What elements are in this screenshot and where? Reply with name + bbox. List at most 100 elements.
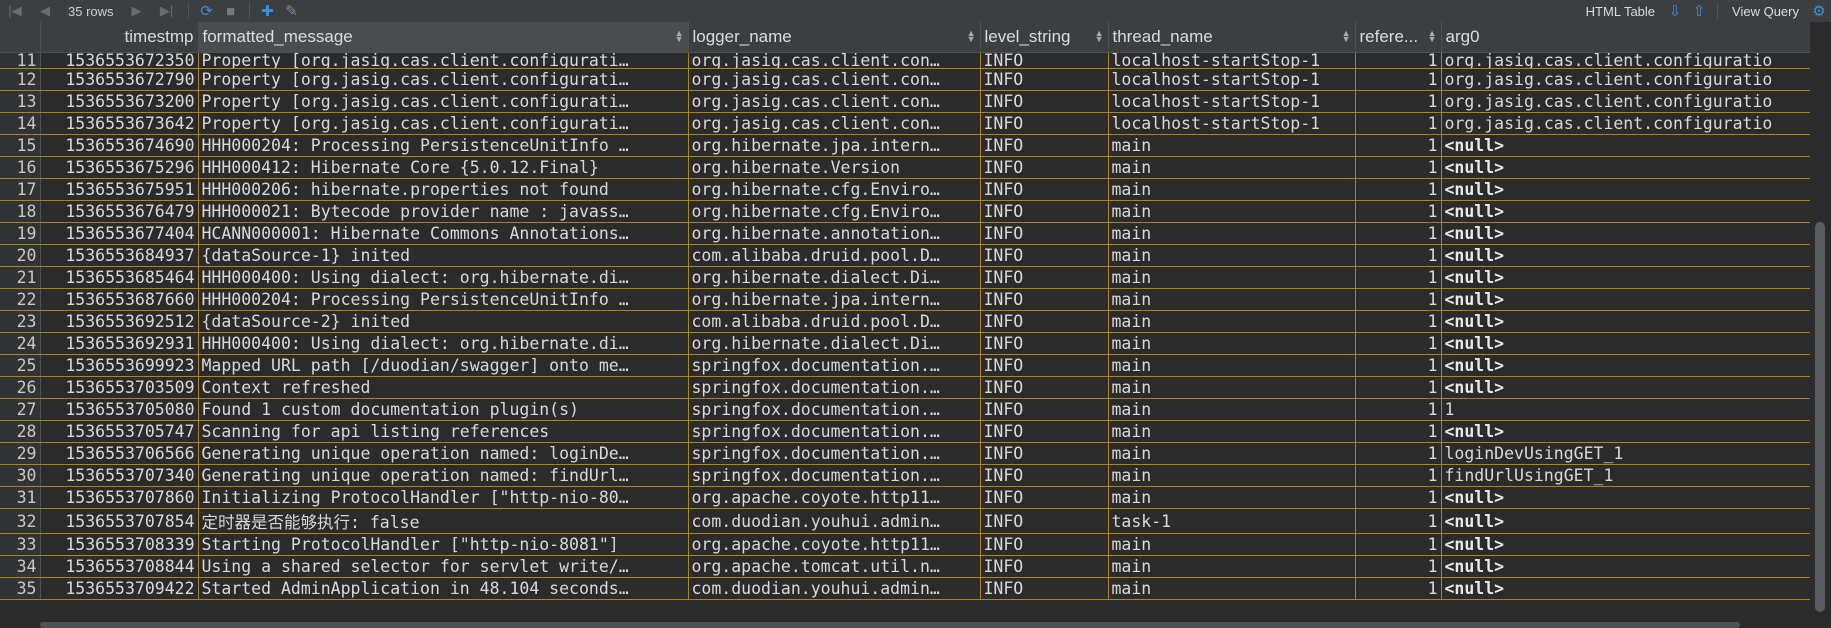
sort-icon[interactable]: ▲ ▼ — [1342, 29, 1351, 44]
cell-logger-name[interactable]: springfox.documentation.… — [688, 464, 981, 487]
cell-level-string[interactable]: INFO — [980, 90, 1109, 113]
table-row[interactable]: 30 1536553707340 Generating unique operati… — [0, 464, 1810, 487]
column-header-formatted-message[interactable]: formatted_message ▲ ▼ — [198, 22, 689, 53]
cell-reference-flag[interactable]: 1 — [1355, 464, 1442, 487]
cell-level-string[interactable]: INFO — [980, 376, 1109, 399]
cell-reference-flag[interactable]: 1 — [1355, 52, 1442, 69]
cell-logger-name[interactable]: com.alibaba.druid.pool.D… — [688, 244, 981, 267]
cell-reference-flag[interactable]: 1 — [1355, 156, 1442, 179]
cell-timestmp[interactable]: 1536553705080 — [40, 398, 199, 421]
cell-formatted-message[interactable]: {dataSource-2} inited — [198, 310, 689, 333]
cell-formatted-message[interactable]: Generating unique operation named: findU… — [198, 464, 689, 487]
cell-arg0[interactable]: <null> — [1441, 354, 1810, 377]
cell-timestmp[interactable]: 1536553707854 — [40, 508, 199, 534]
cell-formatted-message[interactable]: HHH000204: Processing PersistenceUnitInf… — [198, 134, 689, 157]
cell-logger-name[interactable]: com.duodian.youhui.admin… — [688, 508, 981, 534]
import-upload-icon[interactable]: ⇧ — [1687, 2, 1711, 20]
cell-timestmp[interactable]: 1536553707340 — [40, 464, 199, 487]
horizontal-scrollbar-thumb[interactable] — [40, 622, 1740, 628]
cell-formatted-message[interactable]: HCANN000001: Hibernate Commons Annotatio… — [198, 222, 689, 245]
cell-arg0[interactable]: <null> — [1441, 555, 1810, 578]
cell-reference-flag[interactable]: 1 — [1355, 178, 1442, 201]
cell-arg0[interactable]: <null> — [1441, 376, 1810, 399]
cell-thread-name[interactable]: main — [1108, 222, 1356, 245]
cell-logger-name[interactable]: org.hibernate.dialect.Di… — [688, 266, 981, 289]
cell-thread-name[interactable]: localhost-startStop-1 — [1108, 68, 1356, 91]
cell-thread-name[interactable]: main — [1108, 376, 1356, 399]
cell-logger-name[interactable]: org.hibernate.annotation… — [688, 222, 981, 245]
rows-count-label[interactable]: 35 rows — [68, 4, 114, 19]
cell-thread-name[interactable]: localhost-startStop-1 — [1108, 112, 1356, 135]
cell-arg0[interactable]: <null> — [1441, 420, 1810, 443]
cell-thread-name[interactable]: main — [1108, 332, 1356, 355]
cell-arg0[interactable]: findUrlUsingGET_1 — [1441, 464, 1810, 487]
export-download-icon[interactable]: ⇩ — [1663, 2, 1687, 20]
cell-arg0[interactable]: org.jasig.cas.client.configuratio — [1441, 52, 1810, 69]
table-row[interactable]: 25 1536553699923 Mapped URL path [/duodian… — [0, 354, 1810, 377]
cell-formatted-message[interactable]: HHH000206: hibernate.properties not foun… — [198, 178, 689, 201]
column-header-thread-name[interactable]: thread_name ▲ ▼ — [1108, 22, 1356, 53]
cell-reference-flag[interactable]: 1 — [1355, 555, 1442, 578]
cell-level-string[interactable]: INFO — [980, 200, 1109, 223]
cell-reference-flag[interactable]: 1 — [1355, 68, 1442, 91]
cell-formatted-message[interactable]: Context refreshed — [198, 376, 689, 399]
cell-formatted-message[interactable]: Initializing ProtocolHandler ["http-nio-… — [198, 486, 689, 509]
table-row[interactable]: 21 1536553685464 HHH000400: Using dialect:… — [0, 266, 1810, 289]
cell-timestmp[interactable]: 1536553676479 — [40, 200, 199, 223]
cell-formatted-message[interactable]: Started AdminApplication in 48.104 secon… — [198, 577, 689, 600]
cell-formatted-message[interactable]: HHH000400: Using dialect: org.hibernate.… — [198, 332, 689, 355]
cell-formatted-message[interactable]: Property [org.jasig.cas.client.configura… — [198, 68, 689, 91]
cell-level-string[interactable]: INFO — [980, 244, 1109, 267]
cell-logger-name[interactable]: org.apache.coyote.http11… — [688, 533, 981, 556]
cell-level-string[interactable]: INFO — [980, 555, 1109, 578]
cell-arg0[interactable]: org.jasig.cas.client.configuratio — [1441, 68, 1810, 91]
cell-thread-name[interactable]: main — [1108, 178, 1356, 201]
cell-timestmp[interactable]: 1536553673200 — [40, 90, 199, 113]
first-page-icon[interactable]: |◀ — [0, 3, 30, 19]
cell-reference-flag[interactable]: 1 — [1355, 266, 1442, 289]
cell-logger-name[interactable]: org.apache.coyote.http11… — [688, 486, 981, 509]
table-row[interactable]: 28 1536553705747 Scanning for api listing … — [0, 420, 1810, 443]
cell-arg0[interactable]: <null> — [1441, 200, 1810, 223]
cell-timestmp[interactable]: 1536553706566 — [40, 442, 199, 465]
cell-reference-flag[interactable]: 1 — [1355, 222, 1442, 245]
cell-thread-name[interactable]: main — [1108, 200, 1356, 223]
cell-arg0[interactable]: <null> — [1441, 222, 1810, 245]
cell-timestmp[interactable]: 1536553675951 — [40, 178, 199, 201]
cell-logger-name[interactable]: springfox.documentation.… — [688, 354, 981, 377]
cell-level-string[interactable]: INFO — [980, 577, 1109, 600]
cell-thread-name[interactable]: main — [1108, 464, 1356, 487]
cell-arg0[interactable]: <null> — [1441, 178, 1810, 201]
vertical-scrollbar[interactable] — [1810, 22, 1831, 622]
cell-logger-name[interactable]: org.hibernate.jpa.intern… — [688, 134, 981, 157]
cell-thread-name[interactable]: task-1 — [1108, 508, 1356, 534]
cell-logger-name[interactable]: org.apache.tomcat.util.n… — [688, 555, 981, 578]
sort-icon[interactable]: ▲ ▼ — [1428, 29, 1437, 44]
table-row[interactable]: 16 1536553675296 HHH000412: Hibernate Core… — [0, 156, 1810, 179]
cell-level-string[interactable]: INFO — [980, 533, 1109, 556]
column-header-level-string[interactable]: level_string ▲ ▼ — [980, 22, 1109, 53]
cell-level-string[interactable]: INFO — [980, 354, 1109, 377]
cell-logger-name[interactable]: org.jasig.cas.client.con… — [688, 52, 981, 69]
cell-timestmp[interactable]: 1536553699923 — [40, 354, 199, 377]
cell-reference-flag[interactable]: 1 — [1355, 310, 1442, 333]
cell-timestmp[interactable]: 1536553708339 — [40, 533, 199, 556]
cell-logger-name[interactable]: org.hibernate.Version — [688, 156, 981, 179]
cell-timestmp[interactable]: 1536553705747 — [40, 420, 199, 443]
table-row[interactable]: 29 1536553706566 Generating unique operati… — [0, 442, 1810, 465]
table-row[interactable]: 26 1536553703509 Context refreshed springfo… — [0, 376, 1810, 399]
table-row[interactable]: 34 1536553708844 Using a shared selector f… — [0, 555, 1810, 578]
cell-reference-flag[interactable]: 1 — [1355, 508, 1442, 534]
cell-level-string[interactable]: INFO — [980, 442, 1109, 465]
cell-logger-name[interactable]: org.hibernate.jpa.intern… — [688, 288, 981, 311]
cell-thread-name[interactable]: main — [1108, 577, 1356, 600]
cell-thread-name[interactable]: localhost-startStop-1 — [1108, 90, 1356, 113]
cell-level-string[interactable]: INFO — [980, 420, 1109, 443]
cell-logger-name[interactable]: org.jasig.cas.client.con… — [688, 68, 981, 91]
cell-thread-name[interactable]: main — [1108, 134, 1356, 157]
cell-arg0[interactable]: <null> — [1441, 533, 1810, 556]
horizontal-scrollbar[interactable] — [0, 622, 1810, 628]
table-row[interactable]: 18 1536553676479 HHH000021: Bytecode provi… — [0, 200, 1810, 223]
cell-timestmp[interactable]: 1536553684937 — [40, 244, 199, 267]
column-header-reference-flag[interactable]: refere... ▲ ▼ — [1355, 22, 1442, 53]
